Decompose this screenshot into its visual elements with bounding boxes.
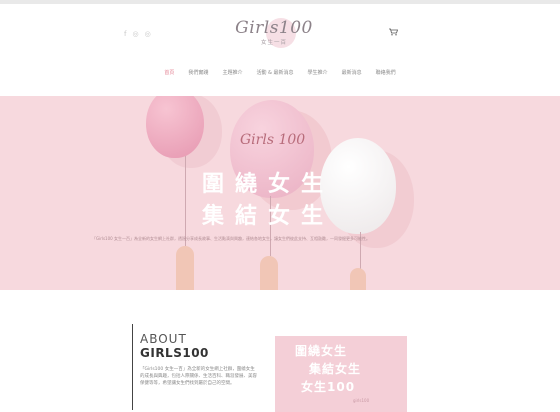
hand-center: [260, 256, 278, 290]
nav-item-contact[interactable]: 聯絡我們: [376, 69, 396, 76]
hero-brand-script: Girls 100: [240, 132, 306, 148]
site-logo[interactable]: Girls100 女生一百: [228, 16, 320, 58]
card-line3: 女生100: [301, 380, 356, 394]
hero-banner: Girls 100 圍繞女生 集結女生 「Girls100 女生一百」為全新的女…: [0, 96, 560, 290]
nav-item-news[interactable]: 最新消息: [342, 69, 362, 76]
facebook-icon[interactable]: f: [124, 30, 126, 38]
nav-item-practice[interactable]: 我們實踐: [188, 69, 208, 76]
instagram-icon[interactable]: ◎: [132, 30, 138, 38]
about-subheading: GIRLS100: [140, 346, 209, 360]
about-section: ABOUT GIRLS100 「Girls100 女生一百」為全新的女生網上社群…: [0, 290, 560, 412]
nav-item-events[interactable]: 活動 & 最新消息: [256, 69, 293, 76]
card-line2: 集結女生: [309, 362, 362, 376]
nav-item-students[interactable]: 學生推介: [308, 69, 328, 76]
card-small-text: girls100: [353, 398, 370, 403]
main-nav: 首頁 我們實踐 主題推介 活動 & 最新消息 學生推介 最新消息 聯絡我們: [0, 69, 560, 76]
hand-left: [176, 246, 194, 290]
about-paragraph: 「Girls100 女生一百」為全新的女生網上社群，圍繞女生的成長與興趣，包括人…: [140, 367, 257, 386]
about-image-card: 圍繞女生 集結女生 女生100 girls100: [275, 336, 407, 412]
about-divider: [132, 324, 133, 410]
hero-title-line1: 圍繞女生: [202, 172, 335, 197]
hero-title-line2: 集結女生: [202, 204, 335, 229]
logo-text: Girls100: [235, 18, 313, 38]
social-links: f ◎ ◎: [124, 30, 151, 38]
pink-balloon-left: [146, 96, 204, 158]
card-line1: 圍繞女生: [295, 344, 348, 358]
logo-subtitle: 女生一百: [260, 40, 287, 46]
cart-icon[interactable]: [389, 28, 399, 38]
nav-item-topics[interactable]: 主題推介: [222, 69, 242, 76]
hand-right: [350, 268, 366, 290]
balloon-string: [185, 156, 186, 246]
site-header: f ◎ ◎ Girls100 女生一百 首頁 我們實踐 主題推介 活動 & 最新…: [0, 4, 560, 96]
about-heading: ABOUT: [140, 332, 187, 346]
hero-description: 「Girls100 女生一百」為全新的女生網上社群，透過分享成長故事、生活點滴與…: [92, 236, 370, 241]
nav-item-home[interactable]: 首頁: [164, 69, 174, 76]
youtube-icon[interactable]: ◎: [145, 30, 151, 38]
